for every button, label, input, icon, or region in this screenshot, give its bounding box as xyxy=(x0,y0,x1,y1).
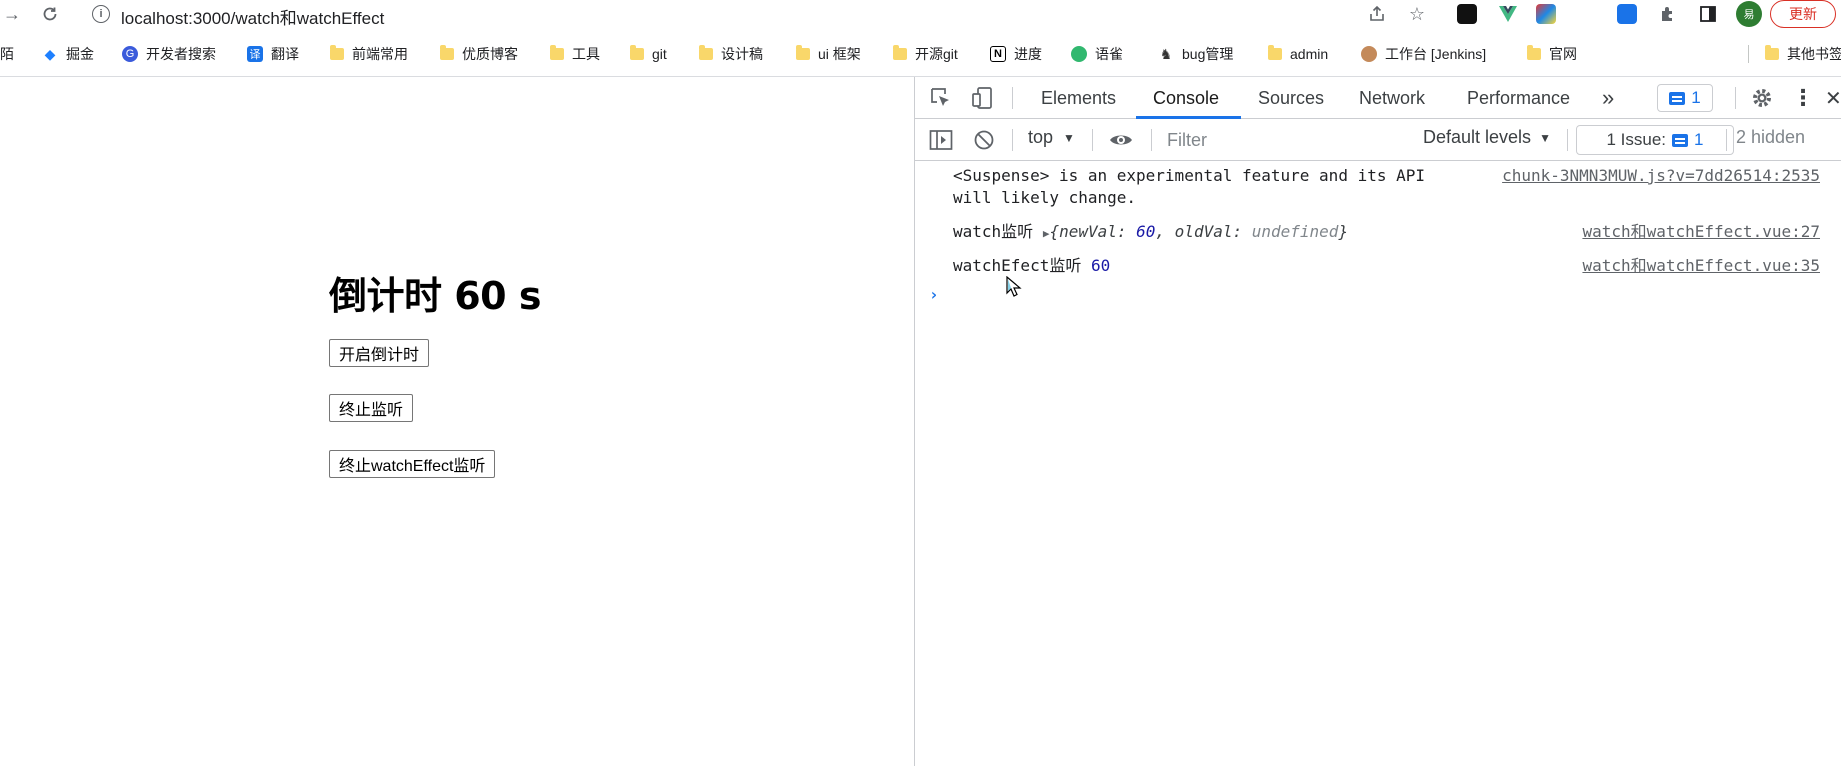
log-levels-dropdown[interactable]: Default levels ▼ xyxy=(1423,127,1551,148)
bookmark-item[interactable]: 官网 xyxy=(1527,40,1577,68)
bookmark-item[interactable]: 优质博客 xyxy=(440,40,518,68)
start-countdown-button[interactable]: 开启倒计时 xyxy=(329,339,430,367)
issues-counter-button[interactable]: 1 Issue: 1 xyxy=(1576,125,1734,155)
folder-icon xyxy=(796,45,810,60)
bookmark-item[interactable]: 工具 xyxy=(550,40,600,68)
forward-icon[interactable]: → xyxy=(0,2,24,26)
bookmark-item[interactable]: 译 翻译 xyxy=(247,40,299,68)
tab-sources[interactable]: Sources xyxy=(1258,77,1324,119)
translate-icon: 译 xyxy=(247,46,263,62)
extension-icon[interactable] xyxy=(1457,4,1477,24)
site-info-icon[interactable]: i xyxy=(92,5,110,23)
bookmark-item[interactable]: 语雀 xyxy=(1071,40,1123,68)
settings-gear-icon[interactable] xyxy=(1751,77,1773,119)
bookmark-star-icon[interactable]: ☆ xyxy=(1406,3,1428,25)
devtools-panel: Elements Console Sources Network Perform… xyxy=(915,77,1841,766)
stop-watch-button[interactable]: 终止监听 xyxy=(329,394,414,422)
folder-icon xyxy=(330,45,344,60)
context-selector[interactable]: top ▼ xyxy=(1028,127,1075,148)
side-panel-icon[interactable] xyxy=(1697,3,1719,25)
jenkins-icon xyxy=(1361,46,1377,62)
bookmark-item[interactable]: ♞ bug管理 xyxy=(1158,40,1234,68)
more-tabs-icon[interactable]: » xyxy=(1602,77,1614,119)
kebab-menu-icon[interactable]: ⋮ xyxy=(1792,77,1814,119)
toolbar-separator xyxy=(1151,129,1152,151)
console-message: watchEfect监听 60 xyxy=(953,256,1111,275)
baidu-dev-icon: G xyxy=(122,46,138,62)
folder-icon xyxy=(440,45,454,60)
console-filter-input[interactable] xyxy=(1167,127,1327,153)
profile-avatar[interactable]: 易 xyxy=(1736,1,1762,27)
device-toolbar-icon[interactable] xyxy=(971,77,995,119)
close-devtools-icon[interactable]: ✕ xyxy=(1825,77,1841,119)
bookmark-item[interactable]: 设计稿 xyxy=(699,40,763,68)
countdown-title: 倒计时 60 s xyxy=(329,274,541,318)
vue-devtools-icon[interactable] xyxy=(1497,3,1519,25)
console-message: <Suspense> is an experimental feature an… xyxy=(953,166,1426,207)
bookmark-item[interactable]: 其他书签 xyxy=(1765,40,1841,68)
bookmark-item[interactable]: 工作台 [Jenkins] xyxy=(1361,40,1486,68)
sidebar-toggle-icon[interactable] xyxy=(929,129,953,156)
folder-icon xyxy=(1765,45,1779,60)
source-link[interactable]: watch和watchEffect.vue:27 xyxy=(1582,221,1820,243)
live-expression-eye-icon[interactable] xyxy=(1108,129,1134,156)
bookmark-item[interactable]: ◆ 掘金 xyxy=(42,40,94,68)
folder-icon xyxy=(893,45,907,60)
dropdown-arrow-icon: ▼ xyxy=(1063,130,1075,145)
hidden-messages-count: 2 hidden xyxy=(1736,127,1806,147)
folder-icon xyxy=(550,45,564,60)
devtools-tabbar: Elements Console Sources Network Perform… xyxy=(915,77,1841,119)
extension-icon[interactable] xyxy=(1536,4,1556,24)
issues-badge[interactable]: 1 xyxy=(1657,84,1713,112)
dropdown-arrow-icon: ▼ xyxy=(1539,130,1551,145)
console-message: watch监听 ▶{newVal: 60, oldVal: undefined} xyxy=(953,222,1349,241)
tab-elements[interactable]: Elements xyxy=(1041,77,1116,119)
folder-icon xyxy=(1527,45,1541,60)
bookmark-item[interactable]: G 开发者搜索 xyxy=(122,40,216,68)
console-toolbar: top ▼ Default levels ▼ 1 Issue: 1 2 hidd… xyxy=(915,119,1841,161)
browser-toolbar: → i localhost:3000/watch和watchEffect ☆ 易… xyxy=(0,0,1841,28)
source-link[interactable]: watch和watchEffect.vue:35 xyxy=(1582,255,1820,277)
toolbar-separator xyxy=(1735,87,1736,109)
bookmark-item[interactable]: admin xyxy=(1268,40,1328,68)
message-icon xyxy=(1669,91,1686,105)
toolbar-separator xyxy=(1726,129,1727,151)
toolbar-separator xyxy=(1567,129,1568,151)
folder-icon xyxy=(699,45,713,60)
bookmark-item[interactable]: N 进度 xyxy=(990,40,1042,68)
source-link[interactable]: chunk-3NMN3MUW.js?v=7dd26514:2535 xyxy=(1502,165,1820,187)
bookmark-separator xyxy=(1748,45,1749,63)
folder-icon xyxy=(1268,45,1282,60)
folder-icon xyxy=(630,45,644,60)
bookmark-item[interactable]: git xyxy=(630,40,667,68)
yuque-icon xyxy=(1071,46,1087,62)
toolbar-separator xyxy=(1012,129,1013,151)
stop-watcheffect-button[interactable]: 终止watchEffect监听 xyxy=(329,450,496,478)
page-viewport: 倒计时 60 s 开启倒计时 终止监听 终止watchEffect监听 xyxy=(0,77,914,766)
bookmark-item[interactable]: 陌 xyxy=(0,40,14,68)
share-icon[interactable] xyxy=(1366,3,1388,25)
extension-icon[interactable] xyxy=(1617,4,1637,24)
toolbar-separator xyxy=(1012,87,1013,109)
bookmark-item[interactable]: ui 框架 xyxy=(796,40,861,68)
bug-icon: ♞ xyxy=(1159,45,1173,62)
console-prompt-icon[interactable]: › xyxy=(929,285,939,304)
tab-console[interactable]: Console xyxy=(1153,77,1219,119)
reload-icon[interactable] xyxy=(38,2,62,26)
extensions-puzzle-icon[interactable] xyxy=(1657,3,1679,25)
bookmark-item[interactable]: 前端常用 xyxy=(330,40,408,68)
notion-icon: N xyxy=(990,46,1006,62)
bookmark-item[interactable]: 开源git xyxy=(893,40,958,68)
bookmarks-bar: 陌 ◆ 掘金 G 开发者搜索 译 翻译 前端常用 优质博客 工具 git 设计稿… xyxy=(0,40,1841,68)
clear-console-icon[interactable] xyxy=(973,129,995,156)
message-icon xyxy=(1672,133,1689,147)
inspect-element-icon[interactable] xyxy=(929,77,953,119)
address-bar[interactable]: localhost:3000/watch和watchEffect xyxy=(121,4,384,29)
tab-performance[interactable]: Performance xyxy=(1467,77,1570,119)
update-button[interactable]: 更新 xyxy=(1770,0,1836,28)
juejin-icon: ◆ xyxy=(44,45,56,62)
tab-network[interactable]: Network xyxy=(1359,77,1425,119)
mouse-cursor-icon xyxy=(1006,275,1022,303)
toolbar-separator xyxy=(1092,129,1093,151)
